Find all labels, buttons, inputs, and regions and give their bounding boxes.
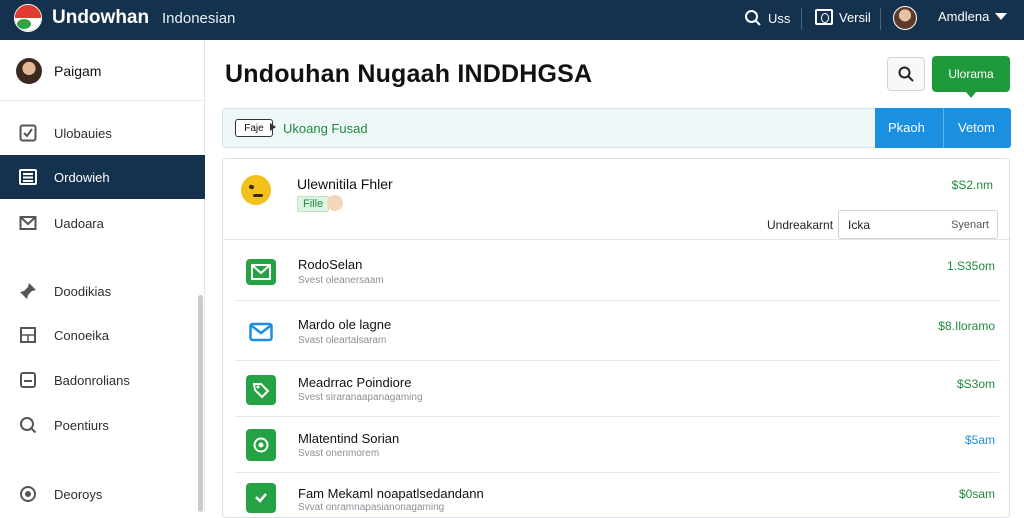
- row-title: Fam Mekaml noapatlsedandann: [298, 486, 484, 501]
- list-item[interactable]: RodoSelan Svest oleanersaam 1.S35om: [235, 241, 999, 301]
- sidebar-item-label: Ordowieh: [54, 169, 110, 185]
- filter-button-group: Pkaoh Vetom: [875, 108, 1011, 148]
- filter-text: Ukoang Fusad: [283, 121, 368, 136]
- search-icon: [20, 417, 37, 434]
- list-item[interactable]: Meadrrac Poindiore Svest siraranaapanaga…: [235, 361, 999, 417]
- sort-value: Icka: [848, 218, 871, 232]
- sidebar-item-3[interactable]: Uadoara: [0, 201, 205, 245]
- sidebar-item-8[interactable]: Deoroys: [0, 472, 205, 516]
- row-amount: $8.Iloramo: [938, 319, 995, 333]
- brand-name[interactable]: Undowhan: [52, 7, 149, 29]
- user-avatar[interactable]: [893, 6, 917, 30]
- sidebar-divider: [0, 100, 205, 101]
- search-icon: [898, 66, 914, 82]
- card-amount: $S2.nm: [951, 178, 993, 192]
- arrow-right-icon: [270, 123, 276, 131]
- search-button[interactable]: [887, 57, 925, 91]
- version-icon: [815, 9, 833, 25]
- list-item[interactable]: Fam Mekaml noapatlsedandann Svvat onramn…: [235, 473, 999, 513]
- row-amount: $0sam: [958, 487, 995, 501]
- profile-name[interactable]: Paigam: [54, 63, 101, 79]
- version-button[interactable]: Versil: [815, 9, 871, 25]
- target-icon: [20, 486, 36, 502]
- top-search-label: Uss: [768, 10, 791, 26]
- list-item[interactable]: Mlatentind Sorian Svast onenmorem $5am: [235, 417, 999, 473]
- sort-label: Undreakarnt: [767, 218, 834, 232]
- row-amount: $S3om: [956, 377, 995, 391]
- smile-icon: [327, 195, 343, 211]
- filter-left-button[interactable]: Pkaoh: [888, 120, 925, 135]
- file-chip[interactable]: Fille: [297, 196, 330, 212]
- card-title: Ulewnitila Fhler: [297, 176, 393, 192]
- sidebar-item-4[interactable]: Doodikias: [0, 269, 205, 313]
- card-divider: [223, 239, 1011, 240]
- sidebar-item-label: Doodikias: [54, 283, 112, 299]
- mail-icon: [19, 216, 37, 230]
- button-divider: [943, 108, 944, 148]
- row-title: Meadrrac Poindiore: [298, 375, 412, 390]
- sidebar-item-1[interactable]: Ulobauies: [0, 111, 205, 155]
- grid-icon: [20, 327, 36, 343]
- sidebar-item-label: Deoroys: [54, 486, 103, 502]
- sidebar-item-label: Uadoara: [54, 215, 104, 231]
- sidebar-item-6[interactable]: Badonrolians: [0, 358, 205, 402]
- row-subtitle: Svast onenmorem: [298, 448, 380, 459]
- brand-logo-icon[interactable]: [14, 4, 42, 32]
- sidebar-item-2[interactable]: Ordowieh: [0, 155, 205, 199]
- square-icon: [20, 372, 36, 388]
- row-subtitle: Svest oleanersaam: [298, 275, 384, 286]
- sort-input[interactable]: Icka Syenart: [838, 210, 998, 239]
- filter-bar: Faje Ukoang Fusad Pkaoh Vetom: [222, 108, 1011, 148]
- sidebar-item-5[interactable]: Conoeika: [0, 313, 205, 357]
- row-amount: $5am: [964, 433, 995, 447]
- row-title: RodoSelan: [298, 257, 363, 272]
- chevron-down-icon: [995, 12, 1008, 20]
- user-name: Amdlena: [938, 9, 990, 24]
- sidebar-item-7[interactable]: Poentiurs: [0, 403, 205, 447]
- topbar-divider: [880, 8, 881, 30]
- mail-icon: [246, 259, 276, 285]
- envelope-icon: [246, 319, 276, 345]
- filter-tag[interactable]: Faje: [235, 119, 273, 137]
- row-amount: 1.S35om: [946, 259, 995, 273]
- sidebar-item-label: Poentiurs: [54, 417, 109, 433]
- row-subtitle: Svest siraranaapanagaming: [298, 392, 423, 403]
- pin-icon: [20, 283, 36, 299]
- sidebar-item-label: Ulobauies: [54, 125, 112, 141]
- user-menu[interactable]: Amdlena: [938, 9, 1008, 24]
- profile-avatar[interactable]: [16, 58, 42, 84]
- checkbox-icon: [19, 124, 37, 142]
- row-title: Mardo ole lagne: [298, 317, 392, 332]
- search-icon: [745, 10, 761, 26]
- version-label: Versil: [839, 9, 871, 25]
- top-search-button[interactable]: Uss: [744, 9, 790, 27]
- sidebar-item-label: Conoeika: [54, 327, 109, 343]
- transactions-card: Ulewnitila Fhler Fille $S2.nm Undreakarn…: [222, 158, 1011, 518]
- emoji-face-icon: [241, 175, 271, 205]
- tag-icon: [246, 375, 276, 405]
- row-title: Mlatentind Sorian: [298, 431, 400, 446]
- language-selector[interactable]: Indonesian: [162, 10, 235, 27]
- sidebar: Paigam Ulobauies Ordowieh Uadoara Doodik…: [0, 40, 205, 512]
- list-icon: [19, 169, 37, 185]
- row-subtitle: Svvat onramnapasianonagaming: [298, 502, 445, 513]
- filter-right-button[interactable]: Vetom: [958, 120, 995, 135]
- primary-action-button[interactable]: Ulorama: [932, 56, 1010, 98]
- row-subtitle: Svast oleartalsaram: [298, 335, 387, 346]
- sort-suffix: Syenart: [951, 219, 989, 231]
- shield-check-icon: [246, 483, 276, 513]
- sidebar-scrollbar[interactable]: [198, 295, 203, 512]
- location-icon: [246, 429, 276, 461]
- top-bar: Undowhan Indonesian Uss Versil Amdlena: [0, 0, 1024, 40]
- topbar-divider: [801, 8, 802, 30]
- list-item[interactable]: Mardo ole lagne Svast oleartalsaram $8.I…: [235, 301, 999, 361]
- page-title: Undouhan Nugaah INDDHGSA: [225, 60, 593, 88]
- sidebar-item-label: Badonrolians: [54, 372, 130, 388]
